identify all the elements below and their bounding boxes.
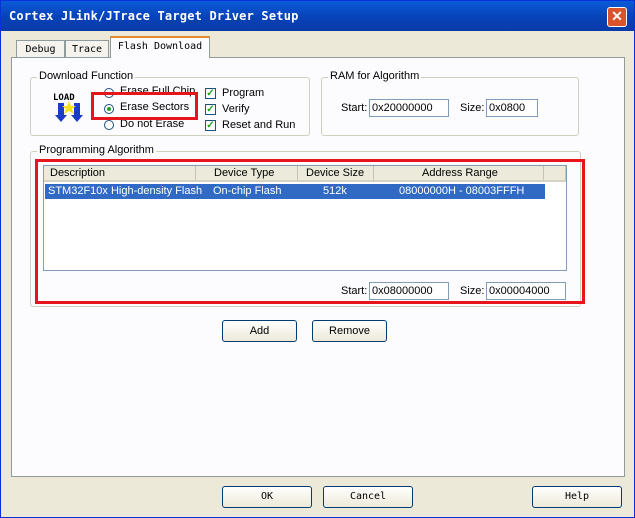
dialog-window: Cortex JLink/JTrace Target Driver Setup … <box>0 0 635 518</box>
checkbox-program-label[interactable]: Program <box>222 87 264 99</box>
checkbox-program[interactable]: ✓ <box>205 88 216 99</box>
ram-start-input[interactable]: 0x20000000 <box>369 99 449 117</box>
help-button[interactable]: Help <box>532 486 622 508</box>
tab-debug[interactable]: Debug <box>16 40 65 57</box>
close-button[interactable]: ✕ <box>607 7 627 27</box>
tab-flash-download-label: Flash Download <box>117 41 203 52</box>
close-icon: ✕ <box>611 8 623 24</box>
ram-for-algorithm-label: RAM for Algorithm <box>328 70 422 82</box>
add-button[interactable]: Add <box>222 320 297 342</box>
title-bar[interactable]: Cortex JLink/JTrace Target Driver Setup … <box>1 1 634 31</box>
checkbox-verify[interactable]: ✓ <box>205 104 216 115</box>
ram-size-input[interactable]: 0x0800 <box>486 99 538 117</box>
load-icon: LOAD <box>53 91 85 123</box>
tab-trace[interactable]: Trace <box>65 40 109 57</box>
checkmark-icon: ✓ <box>206 104 215 115</box>
tab-debug-label: Debug <box>25 44 56 55</box>
ram-start-label: Start: <box>341 102 368 114</box>
highlight-box-erase-sectors <box>91 92 198 120</box>
radio-do-not-erase[interactable] <box>104 120 114 130</box>
window-title: Cortex JLink/JTrace Target Driver Setup <box>9 9 299 23</box>
svg-text:LOAD: LOAD <box>53 93 75 103</box>
tab-trace-label: Trace <box>71 44 103 55</box>
ok-button[interactable]: OK <box>222 486 312 508</box>
tab-flash-download[interactable]: Flash Download <box>110 36 210 57</box>
checkbox-reset-and-run-label[interactable]: Reset and Run <box>222 119 295 131</box>
checkmark-icon: ✓ <box>206 120 215 131</box>
checkbox-verify-label[interactable]: Verify <box>222 103 250 115</box>
remove-button[interactable]: Remove <box>312 320 387 342</box>
highlight-box-programming-algorithm <box>35 159 585 304</box>
tab-join <box>111 56 209 59</box>
download-function-label: Download Function <box>37 70 136 82</box>
programming-algorithm-label: Programming Algorithm <box>37 144 156 156</box>
cancel-button[interactable]: Cancel <box>323 486 413 508</box>
checkmark-icon: ✓ <box>206 88 215 99</box>
checkbox-reset-and-run[interactable]: ✓ <box>205 120 216 131</box>
ram-size-label: Size: <box>460 102 485 114</box>
